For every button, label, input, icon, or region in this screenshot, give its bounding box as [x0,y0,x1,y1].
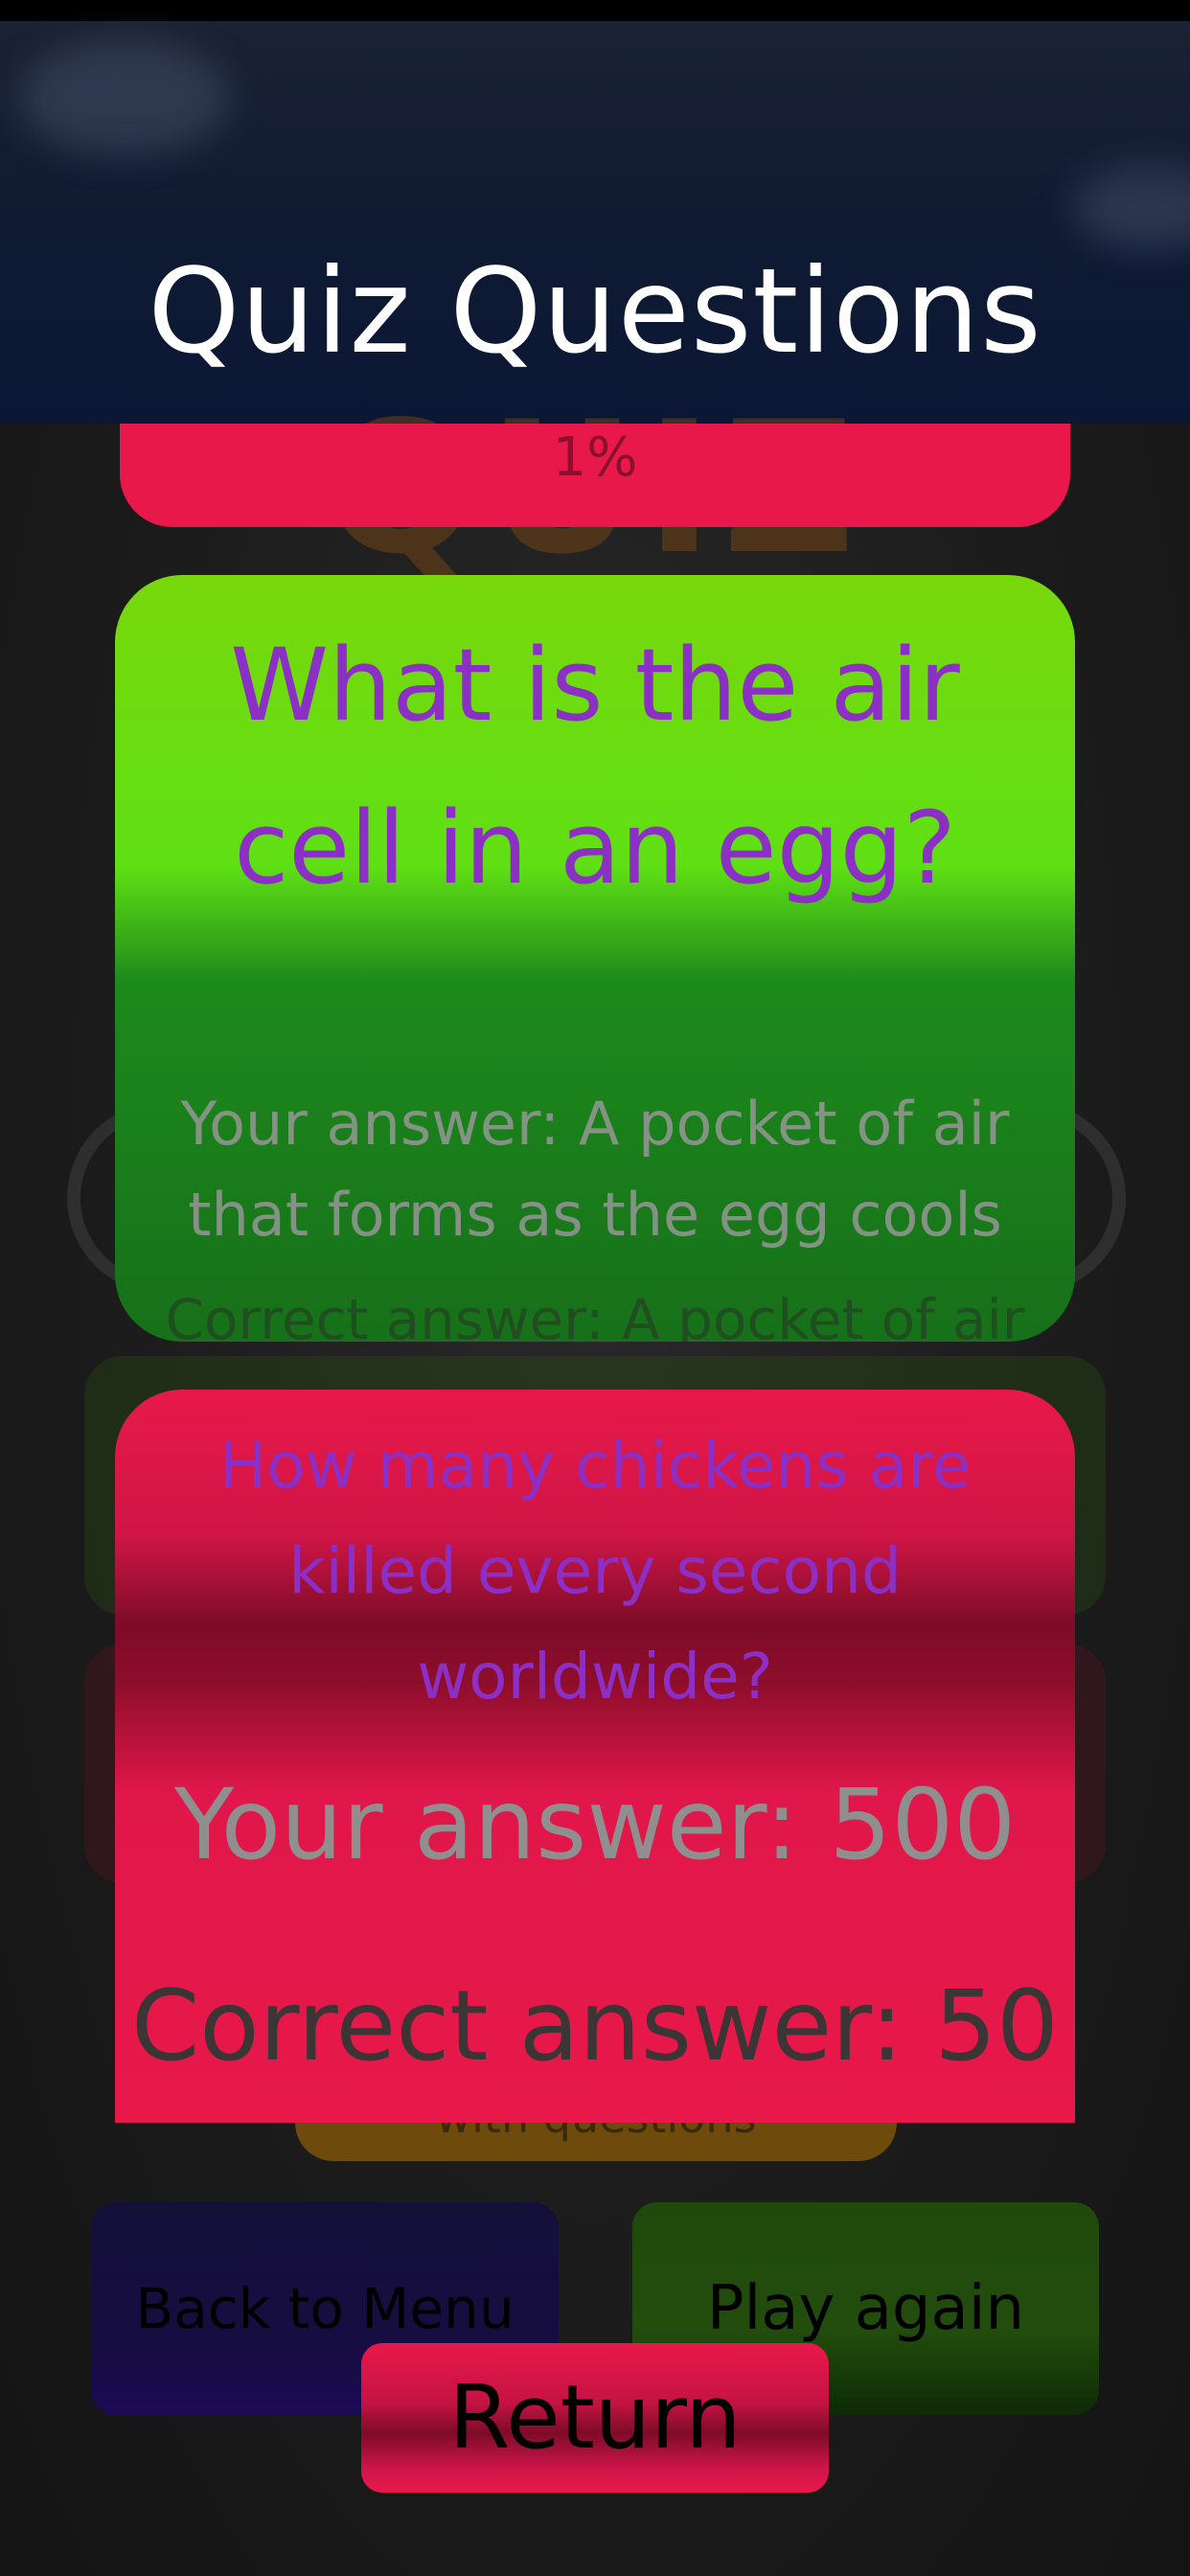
return-button[interactable]: Return [361,2343,829,2493]
page-title: Quiz Questions [148,243,1042,380]
your-answer-text: Your answer: A pocket of air that forms … [180,1089,1010,1250]
result-card-wrong: How many chickens are killed every secon… [115,1390,1075,2123]
correct-answer-text: Correct answer: 50 [131,1969,1059,2083]
your-answer-text: Your answer: 500 [173,1768,1017,1882]
score-percent-label: 1% [552,426,638,489]
quiz-results-screen: QUIZ with questions Quiz Questions 1% Wh… [0,0,1190,2576]
question-text: How many chickens are killed every secon… [218,1429,972,1714]
question-text: What is the air cell in an egg? [230,627,960,907]
results-scroll-list[interactable]: 1% What is the air cell in an egg? Your … [0,424,1190,2123]
result-card-correct: What is the air cell in an egg? Your ans… [115,575,1075,1342]
score-percent-bar: 1% [120,424,1070,527]
status-bar [0,0,1190,21]
correct-answer-text: Correct answer: A pocket of air that for… [165,1287,1025,1342]
